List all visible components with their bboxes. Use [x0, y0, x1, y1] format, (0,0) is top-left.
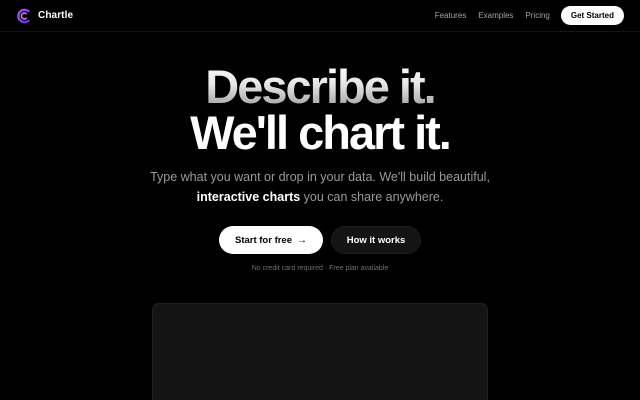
hero-title-line-2: We'll chart it.	[190, 106, 452, 159]
nav-links: Features Examples Pricing Get Started	[435, 6, 624, 25]
start-for-free-button[interactable]: Start for free →	[219, 226, 323, 254]
top-nav: Chartle Features Examples Pricing Get St…	[0, 0, 640, 32]
hero-subtitle-rest: you can share anywhere.	[300, 190, 444, 204]
signup-note: No credit card required · Free plan avai…	[251, 265, 389, 272]
arrow-right-icon: →	[297, 234, 307, 246]
hero-subtitle-line-2: interactive charts you can share anywher…	[0, 187, 640, 207]
brand-link[interactable]: Chartle	[16, 8, 73, 24]
nav-link-examples[interactable]: Examples	[478, 11, 513, 20]
hero-subtitle-line-1: Type what you want or drop in your data.…	[150, 170, 490, 184]
get-started-button[interactable]: Get Started	[560, 6, 624, 25]
hero-subtitle-highlight: interactive charts	[196, 190, 301, 204]
how-it-works-button[interactable]: How it works	[331, 226, 421, 254]
hero-title-line-1: Describe it.	[0, 63, 640, 110]
chartle-logo-icon	[17, 8, 30, 23]
start-for-free-label: Start for free	[234, 234, 292, 246]
app-preview-panel	[152, 303, 488, 400]
nav-link-pricing[interactable]: Pricing	[525, 11, 549, 20]
brand-name: Chartle	[38, 10, 74, 21]
nav-link-features[interactable]: Features	[435, 11, 467, 20]
